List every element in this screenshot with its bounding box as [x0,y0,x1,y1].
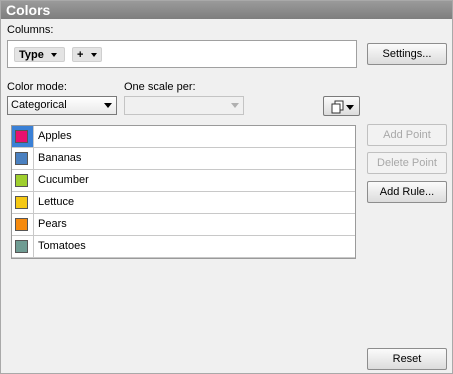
category-name: Apples [38,130,72,142]
panel-title: Colors [1,1,452,19]
category-name: Bananas [38,152,82,164]
category-row[interactable]: Tomatoes [12,236,355,258]
category-name: Lettuce [38,196,75,208]
add-point-button: Add Point [367,124,447,146]
columns-field[interactable]: Type + [7,40,357,68]
color-swatch[interactable] [15,174,28,187]
color-mode-select[interactable]: Categorical [7,96,117,115]
copy-icon [331,100,354,114]
color-mode-label: Color mode: [7,81,67,93]
category-name: Pears [38,218,67,230]
copy-menu-button[interactable] [323,96,360,116]
column-chip-add[interactable]: + [72,47,102,62]
swatch-cell[interactable] [12,126,34,147]
column-chip-label: + [77,49,84,61]
color-swatch[interactable] [15,240,28,253]
delete-point-button: Delete Point [367,152,447,174]
color-swatch[interactable] [15,196,28,209]
reset-button[interactable]: Reset [367,348,447,370]
colors-panel: Colors Columns: Type + Settings... Color… [0,0,453,374]
swatch-cell[interactable] [12,214,34,235]
category-name: Tomatoes [38,240,86,252]
chevron-down-icon [104,103,112,108]
category-row[interactable]: Bananas [12,148,355,170]
swatch-cell[interactable] [12,236,34,257]
color-swatch[interactable] [15,130,28,143]
columns-label: Columns: [7,24,54,36]
category-row[interactable]: Lettuce [12,192,355,214]
add-rule-button[interactable]: Add Rule... [367,181,447,203]
column-chip-type[interactable]: Type [14,47,65,62]
column-chip-label: Type [19,49,44,61]
category-row[interactable]: Apples [12,126,355,148]
category-row[interactable]: Cucumber [12,170,355,192]
swatch-cell[interactable] [12,170,34,191]
chevron-down-icon [231,103,239,108]
chevron-down-icon [50,53,57,58]
category-name: Cucumber [38,174,89,186]
chevron-down-icon [90,53,97,58]
swatch-cell[interactable] [12,148,34,169]
swatch-cell[interactable] [12,192,34,213]
color-mode-value: Categorical [11,99,67,111]
scale-per-select [124,96,244,115]
color-swatch[interactable] [15,152,28,165]
color-swatch[interactable] [15,218,28,231]
category-row[interactable]: Pears [12,214,355,236]
category-color-list: Apples Bananas Cucumber Lettuce Pears Tomatoe… [11,125,356,259]
settings-button[interactable]: Settings... [367,43,447,65]
scale-per-label: One scale per: [124,81,196,93]
